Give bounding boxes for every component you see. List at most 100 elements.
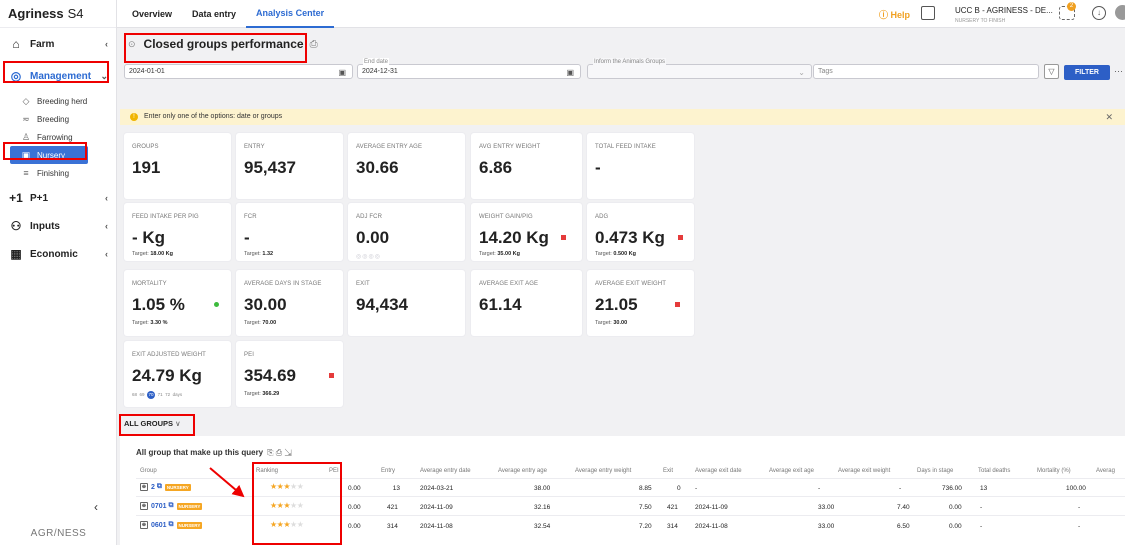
filter-button[interactable]: FILTER — [1064, 65, 1110, 80]
tab-data-entry[interactable]: Data entry — [182, 0, 246, 28]
external-link-icon[interactable]: ⧉ — [169, 502, 174, 510]
column-header[interactable]: Average entry date — [420, 468, 471, 474]
card-target: Target: 1.32 — [244, 251, 273, 257]
cell-entry-weight: 7.20 — [639, 523, 652, 530]
annotation-box-management — [3, 61, 109, 83]
target-label: Target: — [595, 251, 612, 257]
card-value: 6.86 — [479, 158, 513, 177]
card-value: 0.473 Kg — [595, 228, 665, 247]
column-header[interactable]: Average exit weight — [838, 468, 890, 474]
animals-groups-select[interactable]: Inform the Animals Groups ⌄ — [587, 58, 812, 79]
tags-input[interactable]: Tags — [813, 64, 1039, 79]
card-label: AVERAGE ENTRY AGE — [356, 144, 423, 150]
sidebar-subitem-breeding[interactable]: ≂ Breeding — [0, 110, 116, 128]
tab-overview[interactable]: Overview — [122, 0, 182, 28]
sidebar-item-farm[interactable]: ⌂ Farm ‹ — [0, 32, 116, 56]
column-header[interactable]: Mortality (%) — [1037, 468, 1071, 474]
adj-fcr-options[interactable]: ◎◎◎◎ — [356, 253, 381, 260]
sidebar-item-inputs[interactable]: ⚇ Inputs ‹ — [0, 214, 116, 238]
cell-mortality: 100.00 — [1066, 485, 1086, 492]
card-value: - Kg — [132, 228, 166, 247]
card-label: FCR — [244, 214, 257, 220]
footer-logo: AGR/NESS — [30, 528, 87, 539]
start-date-field[interactable]: 2024-01-01 ▣ — [124, 64, 353, 79]
card-label: FEED INTAKE PER PIG — [132, 214, 199, 220]
column-header[interactable]: Average entry age — [498, 468, 547, 474]
calendar-icon[interactable] — [921, 6, 935, 20]
finishing-icon: ≡ — [23, 168, 29, 178]
external-link-icon[interactable]: ⧉ — [157, 483, 162, 491]
target-label: Target: — [244, 391, 261, 397]
card-label: EXIT ADJUSTED WEIGHT — [132, 352, 206, 358]
target-label: Target: — [244, 320, 261, 326]
card-value: 21.05 — [595, 295, 638, 314]
chevron-left-icon: ‹ — [105, 193, 108, 203]
target-label: Target: — [244, 251, 261, 257]
group-link[interactable]: ⊕ 0701 ⧉ NURSERY — [140, 502, 203, 510]
group-name: 0601 — [151, 521, 167, 529]
more-options-icon[interactable]: ··· — [1114, 66, 1123, 76]
end-date-field[interactable]: End date 2024-12-31 ▣ — [357, 58, 581, 79]
app-name: Agriness — [8, 6, 64, 21]
tab-analysis-center[interactable]: Analysis Center — [246, 0, 335, 28]
column-header[interactable]: Days in stage — [917, 468, 953, 474]
sidebar-item-p1[interactable]: +1 P+1 ‹ — [0, 186, 116, 210]
tags-placeholder: Tags — [818, 68, 833, 75]
calendar-icon[interactable]: ▣ — [338, 66, 346, 79]
column-header[interactable]: Average exit date — [695, 468, 742, 474]
app-logo[interactable]: Agriness S4 — [0, 0, 116, 28]
sidebar-item-economic[interactable]: ▦ Economic ‹ — [0, 242, 116, 266]
download-icon[interactable]: ↓ — [1092, 6, 1106, 20]
funnel-icon[interactable]: ▽ — [1044, 64, 1059, 79]
expand-icon[interactable]: ⊕ — [140, 502, 148, 510]
card-exit-adjusted-weight: EXIT ADJUSTED WEIGHT 24.79 Kg 68 69 70 7… — [124, 341, 231, 407]
expand-icon[interactable]: ⊕ — [140, 521, 148, 529]
close-icon[interactable]: ✕ — [1105, 109, 1113, 125]
nursery-tag: NURSERY — [164, 483, 191, 491]
cell-days-in-stage: 0.00 — [949, 523, 962, 530]
print-icon[interactable]: ⎙ — [310, 39, 318, 50]
card-entry: ENTRY 95,437 — [236, 133, 343, 199]
notification-badge: 2 — [1067, 2, 1076, 11]
expand-icon[interactable]: ⊕ — [140, 483, 148, 491]
column-header[interactable]: Group — [140, 468, 157, 474]
day-option[interactable]: 69 — [140, 392, 145, 397]
card-adj-fcr: ADJ FCR 0.00 ◎◎◎◎ — [348, 203, 465, 261]
card-target: Target: 0.500 Kg — [595, 251, 636, 257]
column-header[interactable]: Average entry weight — [575, 468, 631, 474]
column-header[interactable]: Exit — [663, 468, 673, 474]
day-option[interactable]: 72 — [165, 392, 170, 397]
card-value: 354.69 — [244, 366, 296, 385]
column-header[interactable]: Total deaths — [978, 468, 1010, 474]
card-label: AVG ENTRY WEIGHT — [479, 144, 541, 150]
export-icon[interactable]: ⎘ ⎙ ⇲ — [267, 448, 292, 457]
farm-selector[interactable]: UCC B - AGRINESS - DE... NURSERY TO FINIS… — [955, 6, 1053, 26]
group-link[interactable]: ⊕ 0601 ⧉ NURSERY — [140, 521, 203, 529]
card-target: Target: 35.00 Kg — [479, 251, 520, 257]
sidebar-subitem-breeding-herd[interactable]: ◇ Breeding herd — [0, 92, 116, 110]
adjusted-weight-days-selector[interactable]: 68 69 70 71 72 days — [132, 391, 182, 399]
cell-entry: 314 — [387, 523, 398, 530]
avatar[interactable] — [1115, 5, 1125, 20]
day-option-selected[interactable]: 70 — [147, 391, 156, 399]
card-label: PEI — [244, 352, 254, 358]
cell-entry-age: 38.00 — [534, 485, 551, 492]
card-label: WEIGHT GAIN/PIG — [479, 214, 533, 220]
calendar-icon[interactable]: ▣ — [566, 66, 574, 79]
collapse-sidebar-button[interactable]: ‹ — [94, 500, 98, 514]
external-link-icon[interactable]: ⧉ — [169, 521, 174, 529]
column-header[interactable]: Entry — [381, 468, 395, 474]
day-option[interactable]: 68 — [132, 392, 137, 397]
breeding-herd-icon: ◇ — [22, 95, 30, 106]
help-button[interactable]: ⓘ Help — [879, 8, 910, 21]
sidebar-subitem-finishing[interactable]: ≡ Finishing — [0, 164, 116, 182]
sidebar-item-label: Economic — [30, 248, 78, 260]
table-title: All group that make up this query ⎘ ⎙ ⇲ — [136, 448, 292, 458]
animals-groups-label: Inform the Animals Groups — [593, 58, 667, 66]
card-value: 94,434 — [356, 295, 408, 314]
day-option[interactable]: 71 — [158, 392, 163, 397]
column-header[interactable]: Averag — [1096, 468, 1115, 474]
end-date-value: 2024-12-31 — [362, 68, 398, 75]
column-header[interactable]: Average exit age — [769, 468, 814, 474]
group-link[interactable]: ⊕ 2 ⧉ NURSERY — [140, 483, 191, 491]
